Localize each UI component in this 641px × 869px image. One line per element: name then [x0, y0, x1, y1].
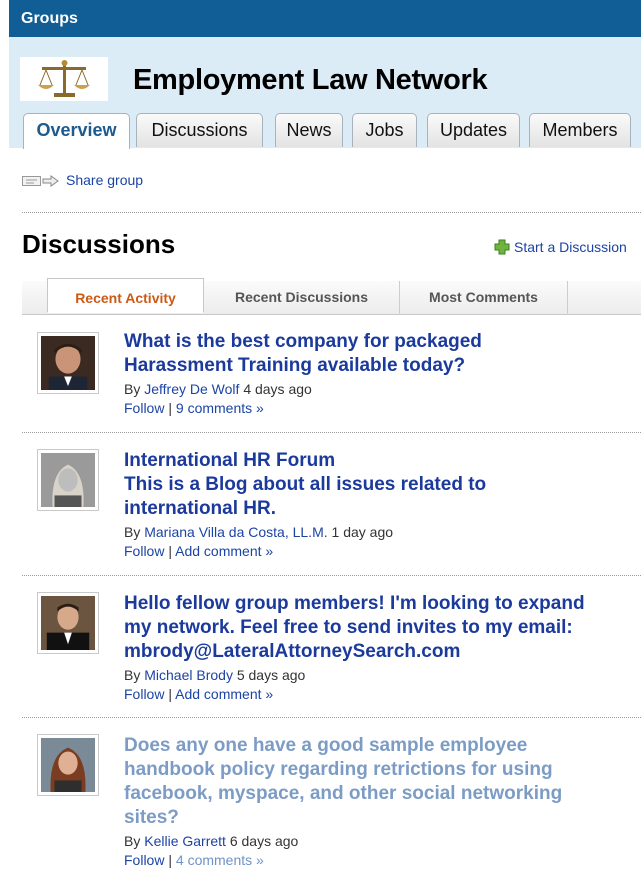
- subtab-spacer: [22, 281, 47, 315]
- follow-link[interactable]: Follow: [124, 400, 164, 416]
- post-age: 4 days ago: [243, 381, 312, 397]
- subtab-recent-activity[interactable]: Recent Activity: [47, 278, 204, 313]
- title-line: International HR Forum: [124, 450, 336, 471]
- separator: |: [168, 543, 172, 559]
- start-discussion-link[interactable]: Start a Discussion: [514, 239, 627, 255]
- discussion-title-link[interactable]: Does any one have a good sample employee…: [124, 734, 641, 830]
- author-link[interactable]: Mariana Villa da Costa, LL.M.: [144, 524, 327, 540]
- post-actions: Follow | 4 comments »: [124, 852, 264, 868]
- title-line: This is a Blog about all issues related …: [124, 474, 487, 495]
- author-link[interactable]: Jeffrey De Wolf: [144, 381, 239, 397]
- by-label: By: [124, 524, 141, 540]
- share-icon: [22, 174, 60, 187]
- groups-bar: Groups: [9, 0, 641, 37]
- post-age: 5 days ago: [236, 667, 306, 683]
- title-line: What is the best company for packaged: [124, 331, 482, 352]
- discussion-title-link[interactable]: International HR Forum This is a Blog ab…: [124, 449, 641, 521]
- avatar[interactable]: [37, 332, 99, 394]
- title-line: Harassment Training available today?: [124, 355, 466, 376]
- group-header: Employment Law Network Overview Discussi…: [9, 37, 641, 149]
- author-link[interactable]: Michael Brody: [144, 667, 233, 683]
- scales-of-justice-icon: [20, 57, 108, 101]
- by-label: By: [124, 833, 141, 849]
- group-name: Employment Law Network: [133, 64, 488, 96]
- comments-link[interactable]: Add comment »: [175, 686, 273, 702]
- title-line: sites?: [124, 807, 179, 828]
- tab-updates[interactable]: Updates: [427, 113, 520, 147]
- comments-link[interactable]: 9 comments »: [176, 400, 264, 416]
- title-line: Does any one have a good sample employee: [124, 735, 528, 756]
- separator: |: [168, 852, 172, 868]
- post-actions: Follow | Add comment »: [124, 686, 273, 702]
- title-line: Hello fellow group members! I'm looking …: [124, 593, 585, 614]
- title-line: mbrody@LateralAttorneySearch.com: [124, 641, 461, 662]
- tab-news[interactable]: News: [275, 113, 343, 147]
- avatar[interactable]: [37, 592, 99, 654]
- title-line: handbook policy regarding retrictions fo…: [124, 759, 553, 780]
- title-line: international HR.: [124, 498, 277, 519]
- post-age: 6 days ago: [229, 833, 299, 849]
- post-actions: Follow | 9 comments »: [124, 400, 264, 416]
- share-group-link[interactable]: Share group: [66, 172, 143, 188]
- post-meta: By Kellie Garrett 6 days ago: [124, 833, 298, 849]
- divider: [22, 432, 641, 433]
- by-label: By: [124, 381, 141, 397]
- title-line: my network. Feel free to send invites to…: [124, 617, 573, 638]
- avatar[interactable]: [37, 734, 99, 796]
- separator: |: [168, 400, 172, 416]
- follow-link[interactable]: Follow: [124, 543, 164, 559]
- divider: [22, 212, 641, 213]
- discussions-heading: Discussions: [22, 229, 176, 259]
- separator: |: [168, 686, 172, 702]
- post-age: 1 day ago: [331, 524, 394, 540]
- subtab-most-comments[interactable]: Most Comments: [400, 281, 568, 315]
- comments-link[interactable]: Add comment »: [175, 543, 273, 559]
- discussion-title-link[interactable]: What is the best company for packaged Ha…: [124, 330, 641, 378]
- comments-link[interactable]: 4 comments »: [176, 852, 264, 868]
- avatar[interactable]: [37, 449, 99, 511]
- post-meta: By Mariana Villa da Costa, LL.M. 1 day a…: [124, 524, 393, 540]
- divider: [22, 717, 641, 718]
- post-actions: Follow | Add comment »: [124, 543, 273, 559]
- divider: [22, 575, 641, 576]
- discussion-title-link[interactable]: Hello fellow group members! I'm looking …: [124, 592, 641, 664]
- tab-members[interactable]: Members: [529, 113, 631, 147]
- by-label: By: [124, 667, 141, 683]
- tab-discussions[interactable]: Discussions: [136, 113, 263, 147]
- tab-jobs[interactable]: Jobs: [352, 113, 417, 147]
- title-line: facebook, myspace, and other social netw…: [124, 783, 563, 804]
- subtab-recent-discussions[interactable]: Recent Discussions: [204, 281, 400, 315]
- post-meta: By Michael Brody 5 days ago: [124, 667, 305, 683]
- author-link[interactable]: Kellie Garrett: [144, 833, 226, 849]
- follow-link[interactable]: Follow: [124, 852, 164, 868]
- tab-overview[interactable]: Overview: [23, 113, 130, 149]
- plus-icon: [494, 239, 510, 255]
- post-meta: By Jeffrey De Wolf 4 days ago: [124, 381, 312, 397]
- follow-link[interactable]: Follow: [124, 686, 164, 702]
- groups-title[interactable]: Groups: [21, 10, 78, 28]
